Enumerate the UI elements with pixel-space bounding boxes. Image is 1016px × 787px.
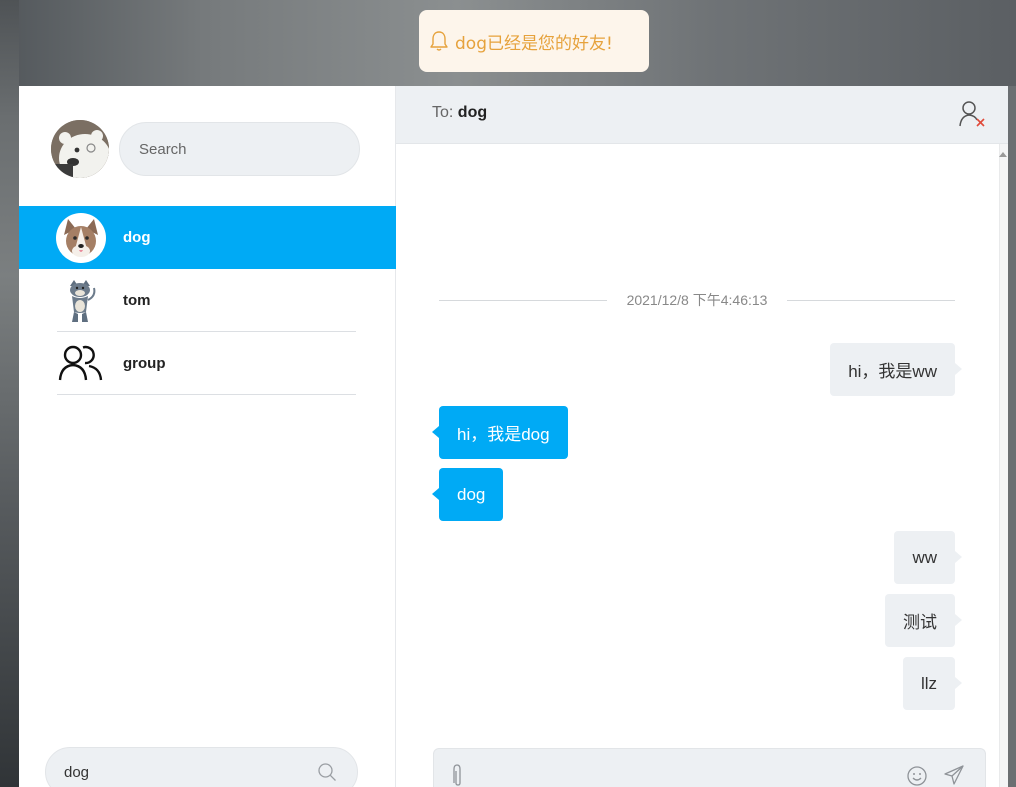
message-bubble-sent: llz [902,657,963,710]
contact-divider [57,394,356,395]
chat-header: To: dog [396,86,1008,144]
contacts-panel: dog tom [19,86,396,787]
group-avatar [56,339,106,389]
contact-name: dog [123,229,151,246]
paperclip-icon[interactable] [450,763,464,787]
message-bubble-received: hi，我是dog [432,406,568,459]
background-left [0,0,19,787]
bear-avatar-icon [51,120,109,178]
message-composer[interactable] [433,748,986,787]
message-bubble-sent: ww [894,531,962,584]
contact-name: group [123,355,166,372]
dog-avatar [56,212,106,263]
my-avatar[interactable] [51,120,109,178]
message-bubble-sent: hi，我是ww [830,343,962,396]
friend-search-box [45,747,358,787]
contact-item-dog[interactable]: dog [19,206,396,269]
contact-item-group[interactable]: group [19,332,396,395]
message-text: ww [912,547,937,567]
message-text: 测试 [903,613,937,632]
friend-search-input[interactable] [64,748,304,787]
husky-avatar-icon [56,212,106,263]
background-right [1008,86,1016,787]
tom-avatar [56,276,106,326]
divider-line [787,299,956,301]
message-bubble-sent: 测试 [885,594,962,647]
search-icon[interactable] [317,762,337,782]
message-time-divider: 2021/12/8 下午4:46:13 [439,288,956,312]
chat-scrollbar[interactable] [999,144,1008,787]
chat-recipient: To: dog [432,104,487,122]
bell-icon [430,31,448,51]
message-text: hi，我是ww [848,362,937,381]
message-text: hi，我是dog [457,425,550,444]
message-bubble-received: dog [431,468,504,521]
recipient-name: dog [457,104,488,121]
remove-friend-icon[interactable] [958,100,986,128]
contact-item-tom[interactable]: tom [19,269,396,332]
chat-panel: To: dog 2021/12/8 下午4:46:13 hi，我是ww hi，我… [396,86,1008,787]
toast-message: dog已经是您的好友! [455,33,613,54]
search-input[interactable] [119,122,360,176]
send-icon[interactable] [942,763,966,787]
message-text: llz [920,673,937,693]
to-label: To: [432,104,454,121]
message-text: dog [457,484,486,504]
users-icon [58,345,103,380]
contact-name: tom [123,292,151,309]
scroll-up-arrow-icon[interactable] [999,152,1007,157]
divider-line [439,299,607,301]
message-timestamp: 2021/12/8 下午4:46:13 [626,292,768,308]
cat-avatar-icon [70,279,96,322]
emoji-icon[interactable] [906,765,928,787]
friend-added-toast: dog已经是您的好友! [419,10,649,72]
